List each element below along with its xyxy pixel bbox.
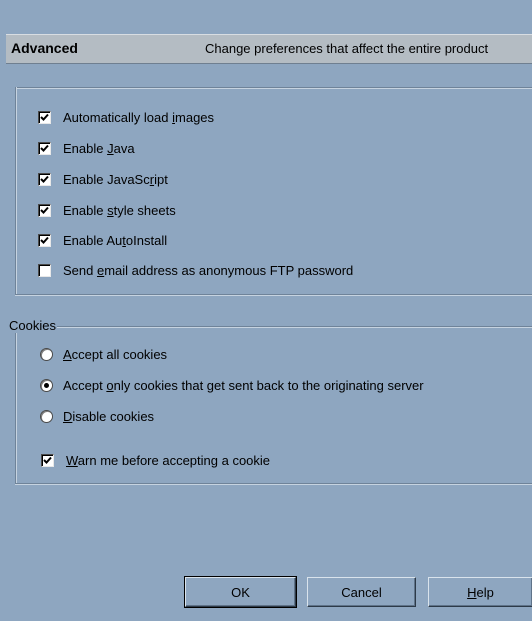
cookies-group-left-border — [15, 326, 17, 484]
ok-button[interactable]: OK — [184, 576, 297, 608]
option-label: Send email address as anonymous FTP pass… — [63, 262, 354, 278]
help-button[interactable]: Help — [428, 577, 532, 607]
panel-description: Change preferences that affect the entir… — [205, 41, 489, 56]
cookies-group-top-border — [15, 326, 532, 328]
option-send-email-ftp[interactable]: Send email address as anonymous FTP pass… — [38, 260, 353, 280]
checkbox[interactable] — [38, 172, 51, 186]
ok-button-label: OK — [231, 584, 250, 600]
option-enable-javascript[interactable]: Enable JavaScript — [38, 169, 168, 189]
option-label: Enable style sheets — [63, 202, 176, 218]
options-group-bottom-border — [15, 294, 532, 296]
option-label: Enable JavaScript — [63, 171, 168, 187]
option-auto-load-images[interactable]: Automatically load images — [38, 107, 214, 127]
checkbox[interactable] — [38, 110, 51, 124]
radio-selected-dot — [44, 382, 49, 388]
options-group-left-border — [15, 87, 17, 295]
radio-button[interactable] — [40, 409, 53, 423]
checkbox[interactable] — [38, 203, 51, 217]
option-enable-style-sheets[interactable]: Enable style sheets — [38, 200, 176, 220]
checkbox[interactable] — [41, 453, 54, 467]
option-label: Automatically load images — [63, 109, 215, 125]
cookies-warn-before-accepting[interactable]: Warn me before accepting a cookie — [41, 450, 270, 470]
cookies-group-label: Cookies — [8, 318, 57, 333]
checkbox[interactable] — [38, 263, 51, 277]
option-label: Warn me before accepting a cookie — [66, 452, 271, 468]
checkbox[interactable] — [38, 233, 51, 247]
option-enable-java[interactable]: Enable Java — [38, 138, 135, 158]
window-top-strip — [0, 0, 532, 34]
option-enable-autoinstall[interactable]: Enable AutoInstall — [38, 230, 167, 250]
cookies-accept-all[interactable]: Accept all cookies — [40, 344, 167, 364]
option-label: Enable Java — [63, 140, 135, 156]
panel-title: Advanced — [11, 40, 78, 56]
cookies-disable[interactable]: Disable cookies — [40, 406, 154, 426]
radio-label: Disable cookies — [63, 408, 155, 424]
checkbox[interactable] — [38, 141, 51, 155]
cancel-button-label: Cancel — [341, 584, 382, 600]
help-button-label: Help — [467, 584, 494, 600]
option-label: Enable AutoInstall — [63, 232, 168, 248]
radio-label: Accept only cookies that get sent back t… — [63, 377, 424, 393]
cookies-group-bottom-border — [15, 483, 532, 485]
cancel-button[interactable]: Cancel — [307, 577, 416, 607]
radio-button[interactable] — [40, 347, 53, 361]
radio-label: Accept all cookies — [63, 346, 168, 362]
cookies-accept-originating[interactable]: Accept only cookies that get sent back t… — [40, 375, 424, 395]
radio-button[interactable] — [40, 378, 53, 392]
options-group-top-border — [15, 87, 532, 89]
panel-header: Advanced Change preferences that affect … — [6, 34, 532, 64]
